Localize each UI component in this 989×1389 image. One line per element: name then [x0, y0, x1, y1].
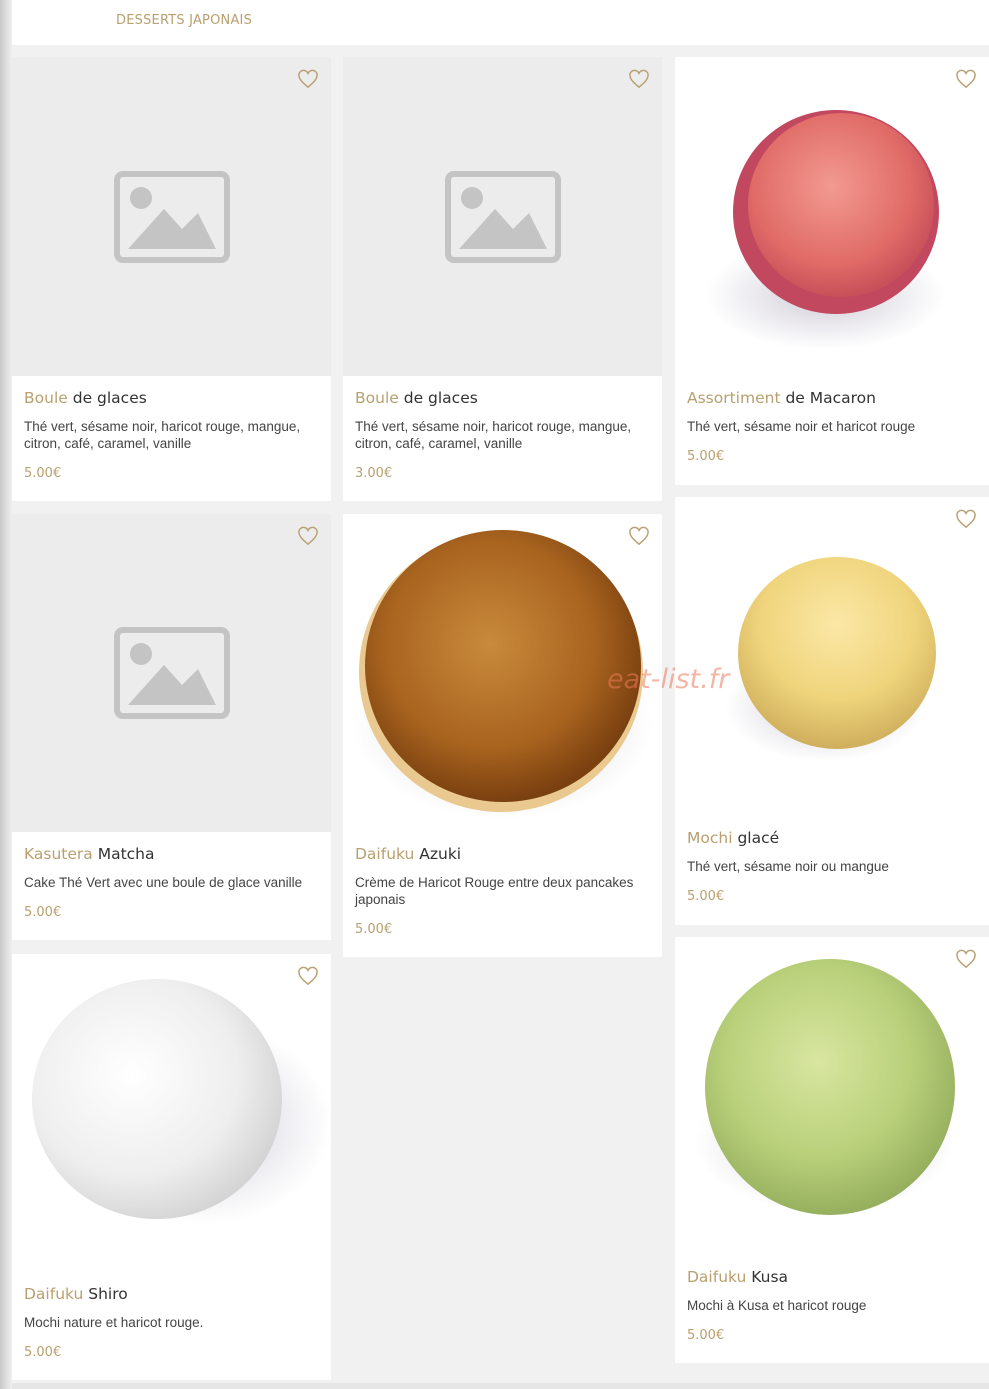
page-edge-shadow [0, 0, 12, 1389]
product-price: 5.00€ [24, 1345, 62, 1360]
product-name[interactable]: Daifuku Shiro [24, 1284, 321, 1304]
product-image [675, 937, 989, 1255]
heart-outline-icon[interactable] [297, 966, 319, 986]
image-placeholder-icon [444, 170, 561, 263]
product-price: 5.00€ [24, 466, 62, 481]
macaron-image [705, 110, 945, 350]
product-name-first: Daifuku [687, 1268, 747, 1286]
product-description: Thé vert, sésame noir, haricot rouge, ma… [24, 419, 301, 451]
product-name[interactable]: Boule de glaces [24, 388, 321, 408]
image-placeholder-icon [113, 627, 230, 719]
product-image [675, 57, 989, 376]
product-name-rest: de Macaron [780, 389, 876, 407]
daifuku-shiro-image [32, 979, 331, 1224]
product-name-first: Boule [24, 389, 68, 407]
product-card-daifuku-azuki[interactable]: Daifuku Azuki Crème de Haricot Rouge ent… [343, 514, 662, 957]
product-description: Mochi à Kusa et haricot rouge [687, 1298, 867, 1313]
product-name-first: Daifuku [355, 845, 415, 863]
product-description: Thé vert, sésame noir et haricot rouge [687, 419, 916, 434]
product-card-boule-de-glaces-1[interactable]: Boule de glaces Thé vert, sésame noir, h… [12, 57, 331, 501]
product-card-daifuku-shiro[interactable]: Daifuku Shiro Mochi nature et haricot ro… [12, 954, 331, 1380]
product-description: Crème de Haricot Rouge entre deux pancak… [355, 875, 634, 907]
product-name[interactable]: Kasutera Matcha [24, 844, 321, 864]
product-price: 5.00€ [355, 922, 393, 937]
product-card-daifuku-kusa[interactable]: Daifuku Kusa Mochi à Kusa et haricot rou… [675, 937, 989, 1363]
product-name-first: Boule [355, 389, 399, 407]
product-card-boule-de-glaces-2[interactable]: Boule de glaces Thé vert, sésame noir, h… [343, 57, 662, 501]
product-description: Cake Thé Vert avec une boule de glace va… [24, 875, 303, 890]
product-card-mochi-glace[interactable]: Mochi glacé Thé vert, sésame noir ou man… [675, 497, 989, 925]
product-card-assortiment-de-macaron[interactable]: Assortiment de Macaron Thé vert, sésame … [675, 57, 989, 485]
heart-outline-icon[interactable] [955, 949, 977, 969]
product-name-rest: de glaces [398, 389, 478, 407]
product-name-first: Kasutera [24, 845, 93, 863]
daifuku-kusa-image [695, 959, 955, 1215]
section-header: DESSERTS JAPONAIS [12, 0, 989, 45]
product-name[interactable]: Daifuku Kusa [687, 1267, 979, 1287]
product-card-kasutera-matcha[interactable]: Kasutera Matcha Cake Thé Vert avec une b… [12, 514, 331, 940]
product-name[interactable]: Mochi glacé [687, 828, 979, 848]
mochi-glace-image [725, 557, 936, 762]
heart-outline-icon[interactable] [955, 69, 977, 89]
product-description: Mochi nature et haricot rouge. [24, 1315, 204, 1330]
product-image-placeholder [343, 57, 662, 376]
section-title: DESSERTS JAPONAIS [116, 13, 253, 28]
product-name-rest: Shiro [83, 1285, 128, 1303]
product-price: 5.00€ [687, 449, 725, 464]
heart-outline-icon[interactable] [297, 526, 319, 546]
product-name[interactable]: Daifuku Azuki [355, 844, 652, 864]
product-name[interactable]: Assortiment de Macaron [687, 388, 979, 408]
heart-outline-icon[interactable] [955, 509, 977, 529]
product-name-first: Mochi [687, 829, 733, 847]
image-placeholder-icon [113, 170, 230, 263]
product-name-rest: Azuki [414, 845, 462, 863]
bottom-strip [12, 1383, 989, 1389]
product-image [12, 954, 331, 1272]
product-name-first: Daifuku [24, 1285, 84, 1303]
product-name-first: Assortiment [687, 389, 781, 407]
product-name-rest: Kusa [746, 1268, 789, 1286]
product-image [675, 497, 989, 816]
product-price: 3.00€ [355, 466, 393, 481]
product-price: 5.00€ [687, 889, 725, 904]
heart-outline-icon[interactable] [297, 69, 319, 89]
product-description: Thé vert, sésame noir, haricot rouge, ma… [355, 419, 632, 451]
product-price: 5.00€ [687, 1328, 725, 1343]
product-description: Thé vert, sésame noir ou mangue [687, 859, 889, 874]
product-name-rest: de glaces [67, 389, 147, 407]
product-image-placeholder [12, 514, 331, 832]
product-image-placeholder [12, 57, 331, 376]
heart-outline-icon[interactable] [628, 69, 650, 89]
product-price: 5.00€ [24, 905, 62, 920]
product-name-rest: Matcha [92, 845, 155, 863]
product-name-rest: glacé [732, 829, 780, 847]
heart-outline-icon[interactable] [628, 526, 650, 546]
watermark: eat-list.fr [607, 664, 730, 695]
product-name[interactable]: Boule de glaces [355, 388, 652, 408]
